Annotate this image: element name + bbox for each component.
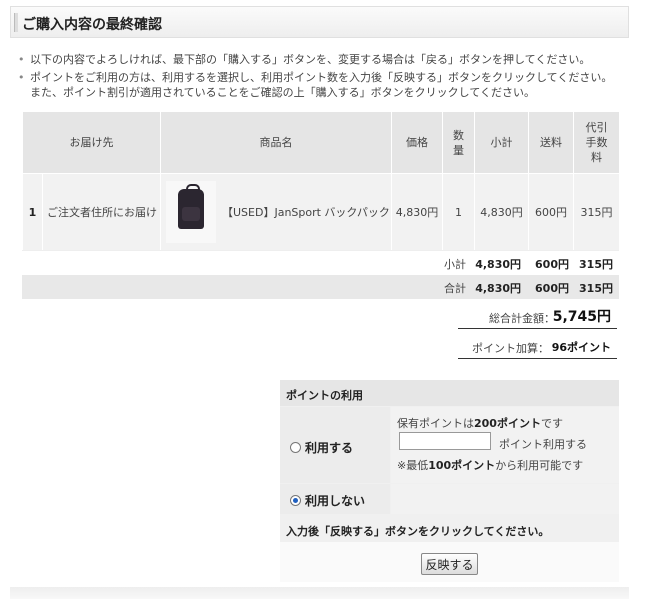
grand-total-value: 5,745円 [552,309,611,325]
page-header: ご購入内容の最終確認 [10,6,629,38]
backpack-image[interactable] [166,181,216,243]
page-title: ご購入内容の最終確認 [22,17,162,33]
points-added: ポイント加算： 96ポイント [458,334,617,359]
radio-button-icon[interactable] [290,442,301,453]
row-fee: 315円 [573,173,620,251]
use-points-option[interactable]: 利用する [280,407,390,483]
row-qty: 1 [442,173,475,251]
points-added-label: ポイント加算： [472,342,549,355]
no-use-spacer [391,484,619,514]
grand-total: 総合計金額： 5,745円 [458,304,617,329]
col-destination: お届け先 [22,111,161,174]
grand-total-label: 総合計金額： [489,312,555,325]
col-product: 商品名 [160,111,392,174]
total-fee: 315円 [579,282,613,295]
total-label: 合計 [444,282,466,295]
row-destination: ご注文者住所にお届け [42,173,161,251]
bullet-icon: • [18,53,25,66]
col-subtotal: 小計 [474,111,529,174]
points-added-value: 96ポイント [551,341,611,354]
points-no-use-row: 利用しない [280,484,619,514]
instruction-item: • ポイントをご利用の方は、利用するを選択し、利用ポイント数を入力後「反映する」ボ… [18,70,630,100]
product-name-link[interactable]: 【USED】JanSport バックパック [222,205,390,220]
points-entry: 保有ポイントは200ポイントです ポイント利用する ※最低100ポイントから利用… [391,407,619,483]
subtotal-label: 小計 [444,258,466,271]
total-row: 合計 4,830円 600円 315円 [22,275,619,299]
col-qty: 数量 [442,111,475,174]
use-points-label[interactable]: 利用する [305,441,353,455]
instructions: • 以下の内容でよろしければ、最下部の「購入する」ボタンを、変更する場合は「戻る」… [18,52,630,103]
no-use-points-option[interactable]: 利用しない [280,484,390,514]
held-points: 保有ポイントは200ポイントです [397,417,563,430]
title-accent-bar [14,13,18,32]
row-subtotal: 4,830円 [474,173,529,251]
instruction-text: また、ポイント割引が適用されていることをご確認の上「購入する」ボタンをクリックし… [30,86,536,99]
col-price: 価格 [391,111,443,174]
col-fee: 代引 手数料 [573,111,620,174]
minimum-points-note: ※最低100ポイントから利用可能です [397,459,584,472]
apply-row: 反映する [280,542,619,582]
points-use-row: 利用する 保有ポイントは200ポイントです ポイント利用する ※最低100ポイン… [280,407,619,483]
instruction-text: ポイントをご利用の方は、利用するを選択し、利用ポイント数を入力後「反映する」ボタ… [30,71,613,84]
apply-button[interactable]: 反映する [421,553,478,575]
row-product: 【USED】JanSport バックパック [160,173,392,251]
points-input-unit: ポイント利用する [499,438,587,451]
points-heading: ポイントの利用 [280,380,619,406]
total-amount: 4,830円 [475,282,521,295]
col-shipping: 送料 [528,111,574,174]
table-header-row: お届け先 商品名 価格 数量 小計 送料 代引 手数料 [22,111,620,174]
points-input[interactable] [399,432,491,450]
instruction-item: • 以下の内容でよろしければ、最下部の「購入する」ボタンを、変更する場合は「戻る」… [18,52,630,67]
row-price: 4,830円 [391,173,443,251]
instruction-text: 以下の内容でよろしければ、最下部の「購入する」ボタンを、変更する場合は「戻る」ボ… [30,53,591,66]
no-use-points-label[interactable]: 利用しない [305,494,365,508]
footer-bar [10,587,629,599]
row-shipping: 600円 [528,173,574,251]
radio-button-selected-icon[interactable] [290,495,301,506]
subtotal-shipping: 600円 [535,258,569,271]
apply-instruction: 入力後「反映する」ボタンをクリックしてください。 [286,525,550,538]
row-index: 1 [22,173,43,251]
subtotal-fee: 315円 [579,258,613,271]
total-shipping: 600円 [535,282,569,295]
subtotal-amount: 4,830円 [475,258,521,271]
order-table: お届け先 商品名 価格 数量 小計 送料 代引 手数料 1 ご注文者住所にお届け … [22,111,620,251]
subtotal-row: 小計 4,830円 600円 315円 [22,250,619,275]
table-row: 1 ご注文者住所にお届け 【USED】JanSport バックパック 4,830… [22,173,620,251]
points-panel: ポイントの利用 利用する 保有ポイントは200ポイントです ポイント利用する ※… [280,380,619,582]
bullet-icon: • [18,71,25,84]
